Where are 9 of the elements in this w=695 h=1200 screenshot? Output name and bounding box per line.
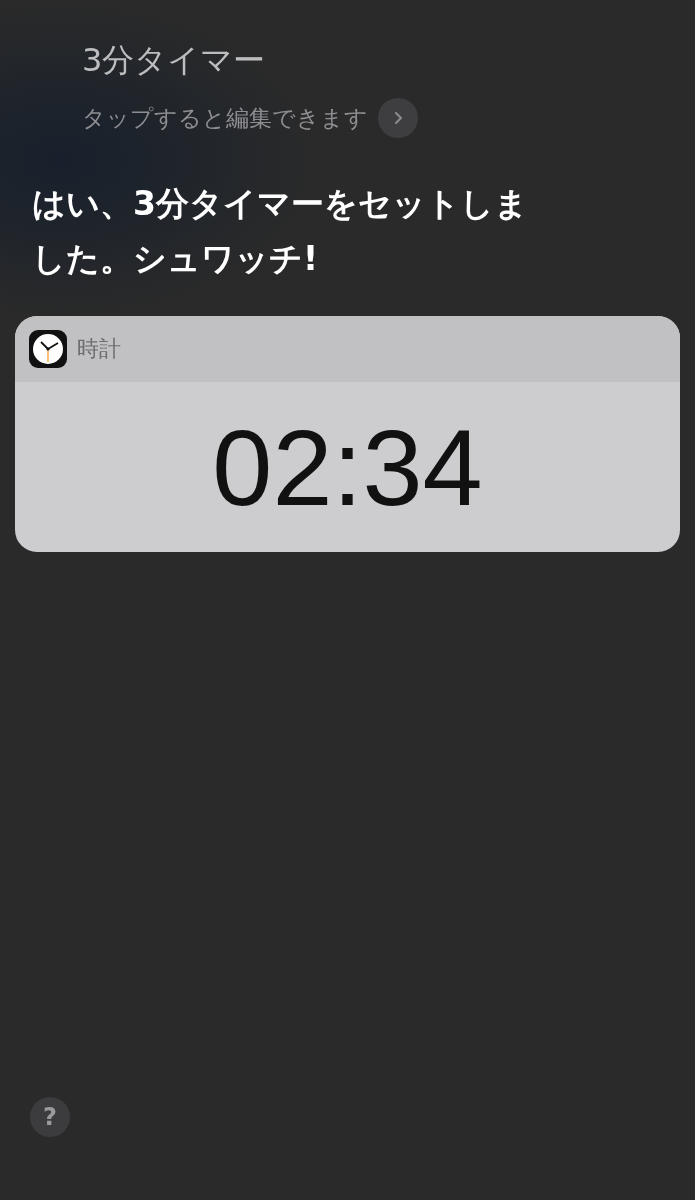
timer-readout: 02:34	[212, 405, 483, 530]
clock-app-icon	[29, 330, 67, 368]
edit-button[interactable]	[378, 98, 418, 138]
response-text: はい、3分タイマーをセットしました。シュワッチ!	[32, 183, 529, 280]
help-button[interactable]: ?	[30, 1097, 70, 1137]
timer-card[interactable]: 時計 02:34	[15, 316, 680, 552]
app-name: 時計	[77, 335, 121, 363]
edit-hint: タップすると編集できます	[82, 103, 368, 133]
query-text[interactable]: 3分タイマー	[82, 38, 695, 82]
